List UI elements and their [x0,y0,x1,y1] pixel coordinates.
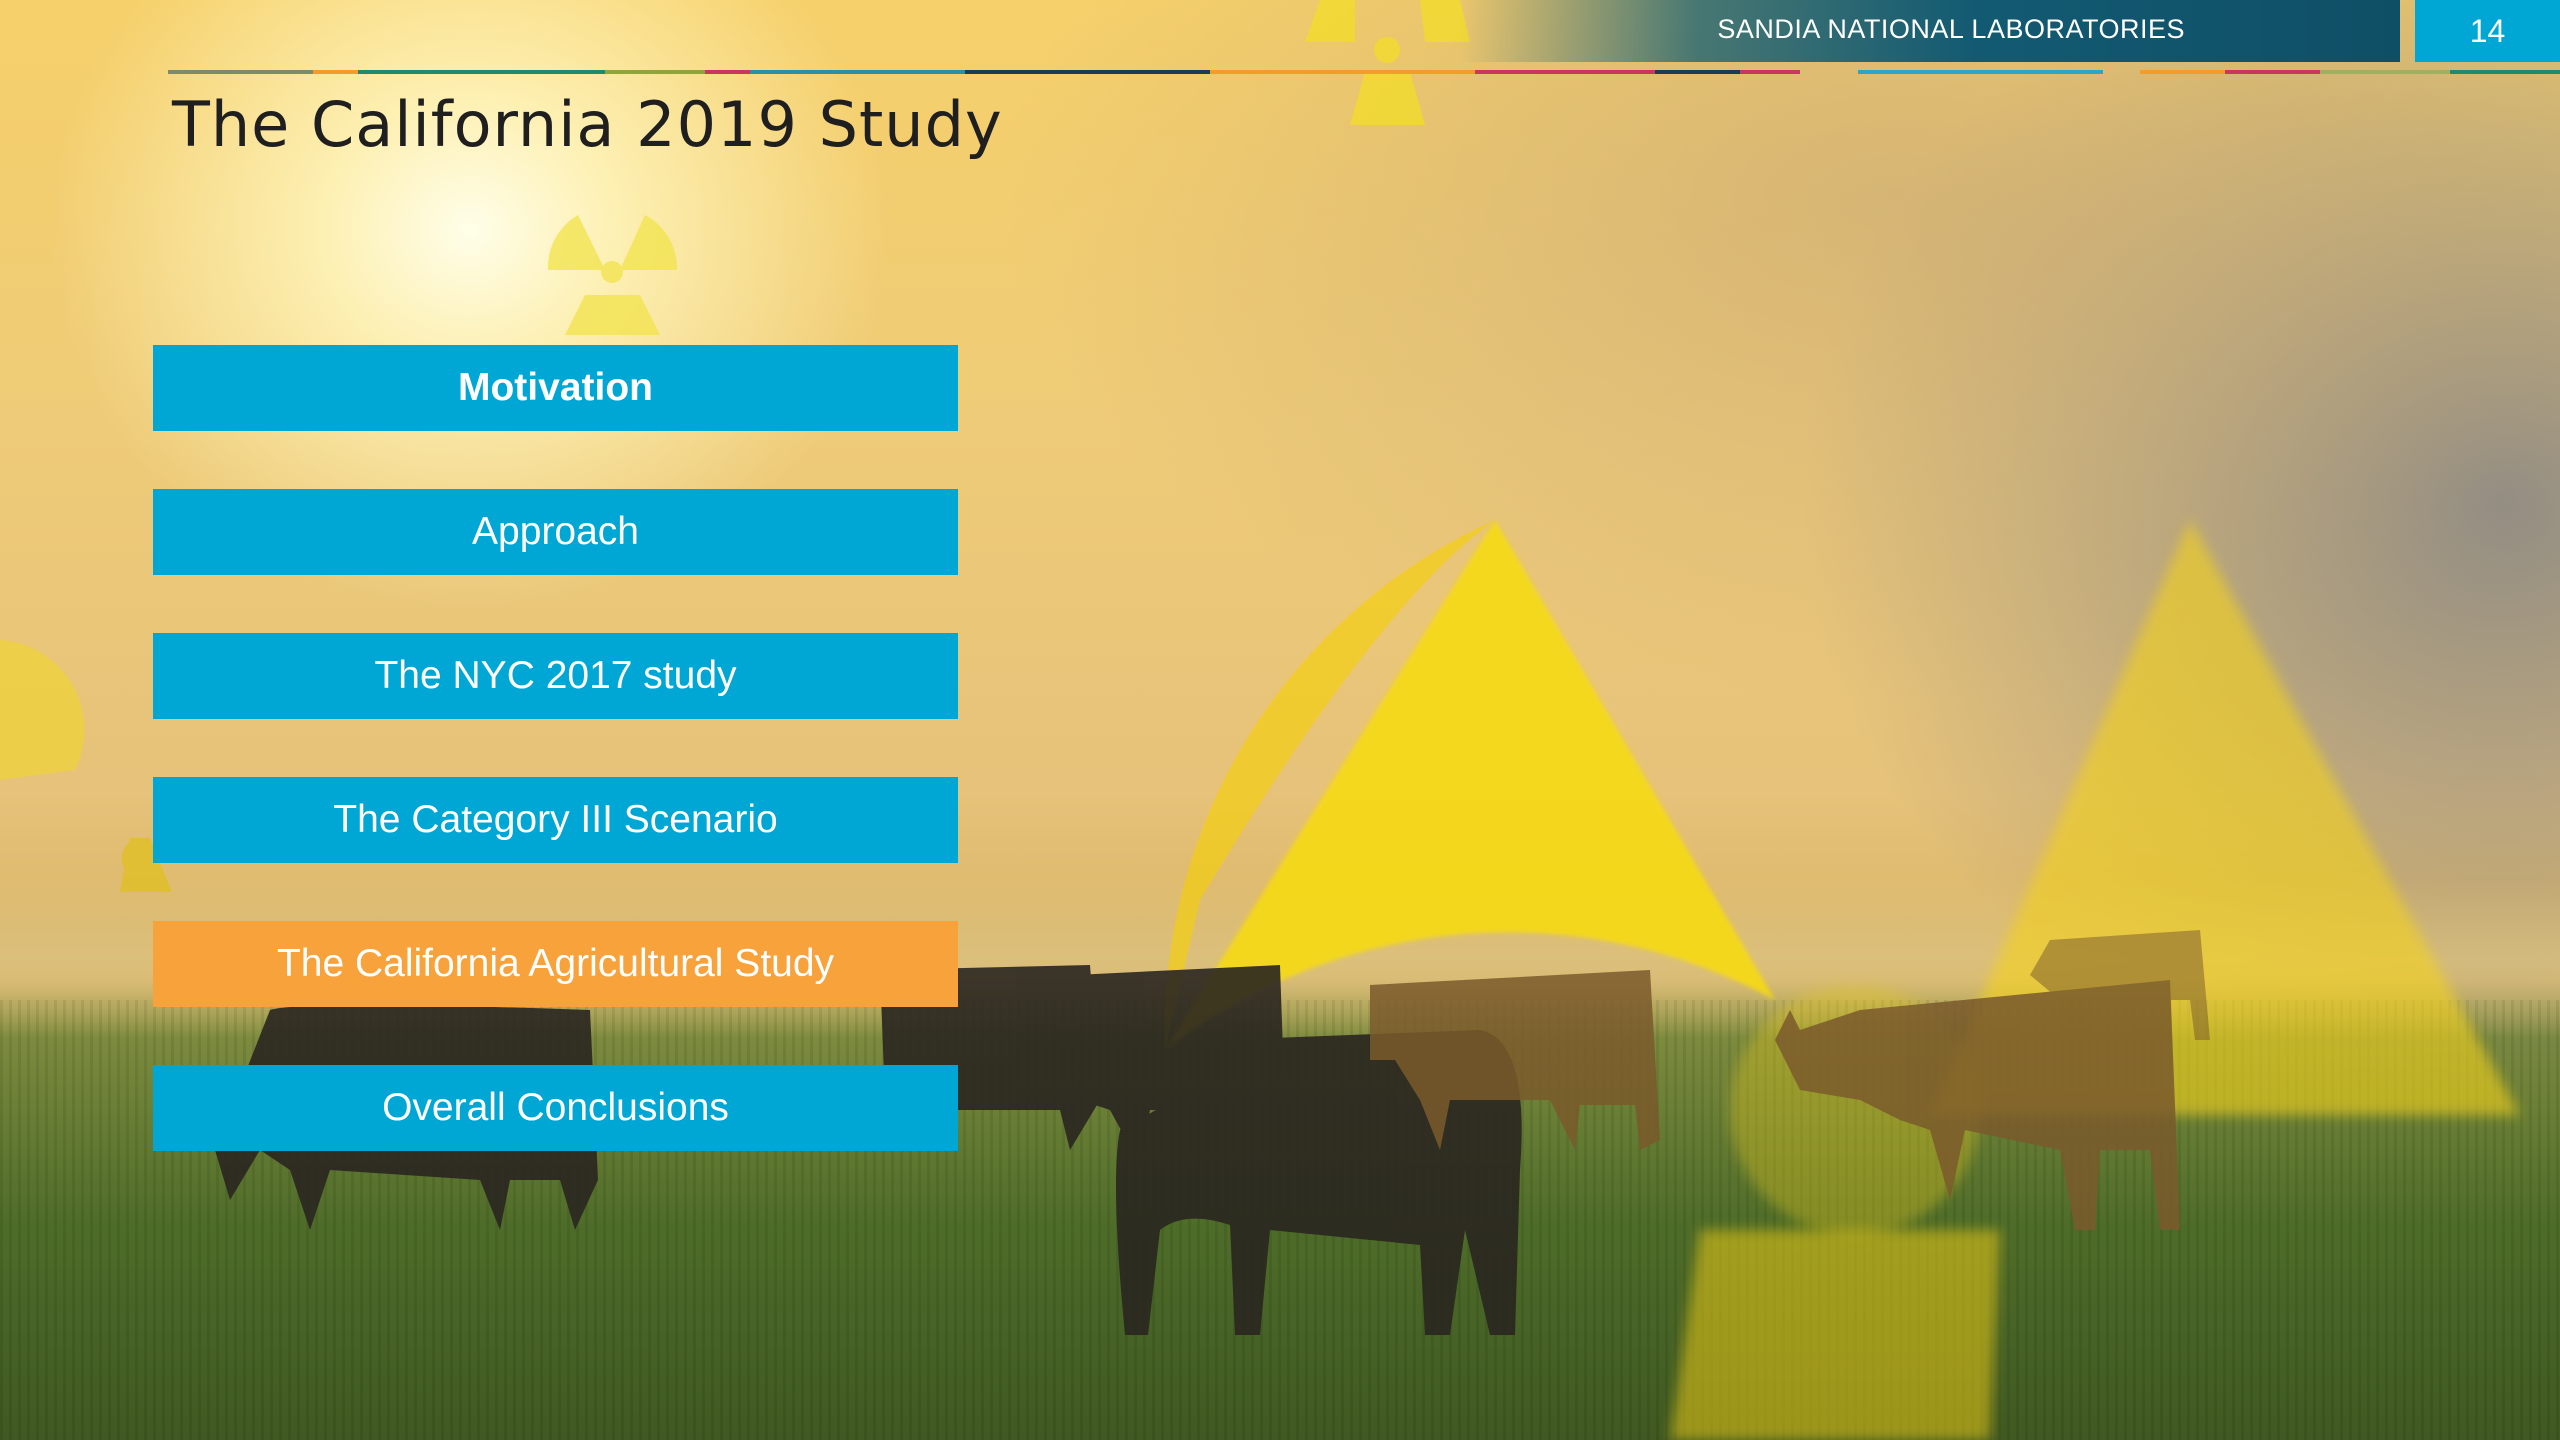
menu-item-approach[interactable]: Approach [153,489,958,575]
top-radiation-trefoil-icon [1305,0,1470,125]
small-radiation-trefoil-icon [547,215,678,335]
menu-item-california-agricultural-study[interactable]: The California Agricultural Study [153,921,958,1007]
menu-item-overall-conclusions[interactable]: Overall Conclusions [153,1065,958,1151]
background-art [0,0,2520,1440]
page-title: The California 2019 Study [172,88,1003,161]
edge-radiation-trefoil-icon [0,640,172,892]
header-bar: SANDIA NATIONAL LABORATORIES [1460,0,2400,62]
org-name: SANDIA NATIONAL LABORATORIES [1717,14,2185,44]
menu-item-category-iii-scenario[interactable]: The Category III Scenario [153,777,958,863]
menu-item-motivation[interactable]: Motivation [153,345,958,431]
page-number: 14 [2415,0,2560,62]
slide-background: SANDIA NATIONAL LABORATORIES 14 The Cali… [0,0,2560,1440]
menu-item-nyc-2017-study[interactable]: The NYC 2017 study [153,633,958,719]
